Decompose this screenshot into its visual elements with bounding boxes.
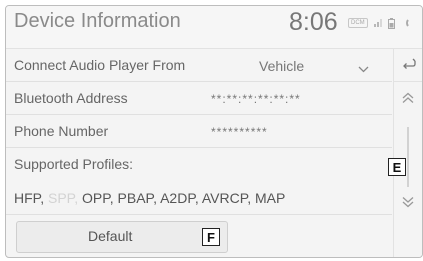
back-button[interactable] <box>394 49 422 82</box>
phone-number-value: ********** <box>211 125 268 139</box>
device-information-screen: Device Information 8:06 DCM Connect Audi… <box>5 5 423 258</box>
side-panel <box>393 49 422 257</box>
double-chevron-down-icon[interactable] <box>401 195 415 213</box>
dcm-badge: DCM <box>348 18 368 28</box>
profile-hfp: HFP, <box>14 190 48 206</box>
connect-audio-value: Vehicle <box>259 58 305 74</box>
supported-profiles-row: Supported Profiles: <box>6 148 392 180</box>
battery-icon <box>387 17 395 29</box>
phone-number-row: Phone Number ********** <box>6 115 392 148</box>
bluetooth-address-row: Bluetooth Address **:**:**:**:**:** <box>6 82 392 115</box>
signal-icon <box>373 19 382 27</box>
bluetooth-address-label: Bluetooth Address <box>14 90 128 106</box>
profile-spp-disabled: SPP, <box>47 190 82 206</box>
back-arrow-icon <box>401 56 417 74</box>
profiles-list: HFP, SPP, OPP, PBAP, A2DP, AVRCP, MAP <box>14 190 285 206</box>
page-title: Device Information <box>14 10 181 32</box>
chevron-down-icon[interactable] <box>358 60 369 78</box>
connect-audio-label: Connect Audio Player From <box>14 57 186 73</box>
status-area: DCM <box>348 16 409 30</box>
default-button[interactable]: Default <box>16 221 228 253</box>
supported-profiles-label: Supported Profiles: <box>14 156 134 172</box>
callout-e: E <box>388 158 406 176</box>
header-bar: Device Information 8:06 DCM <box>6 6 422 49</box>
scrollbar[interactable] <box>407 127 409 187</box>
connect-audio-player-row[interactable]: Connect Audio Player From Vehicle <box>6 49 392 82</box>
clock: 8:06 <box>289 8 338 36</box>
profiles-list-row: HFP, SPP, OPP, PBAP, A2DP, AVRCP, MAP <box>6 182 392 215</box>
phone-number-label: Phone Number <box>14 123 109 139</box>
bluetooth-address-value: **:**:**:**:**:** <box>211 92 301 106</box>
double-chevron-up-icon[interactable] <box>401 91 415 109</box>
callout-f: F <box>202 228 220 246</box>
connection-icon <box>401 17 409 29</box>
profile-others: OPP, PBAP, A2DP, AVRCP, MAP <box>81 190 286 206</box>
default-button-label: Default <box>88 228 133 244</box>
